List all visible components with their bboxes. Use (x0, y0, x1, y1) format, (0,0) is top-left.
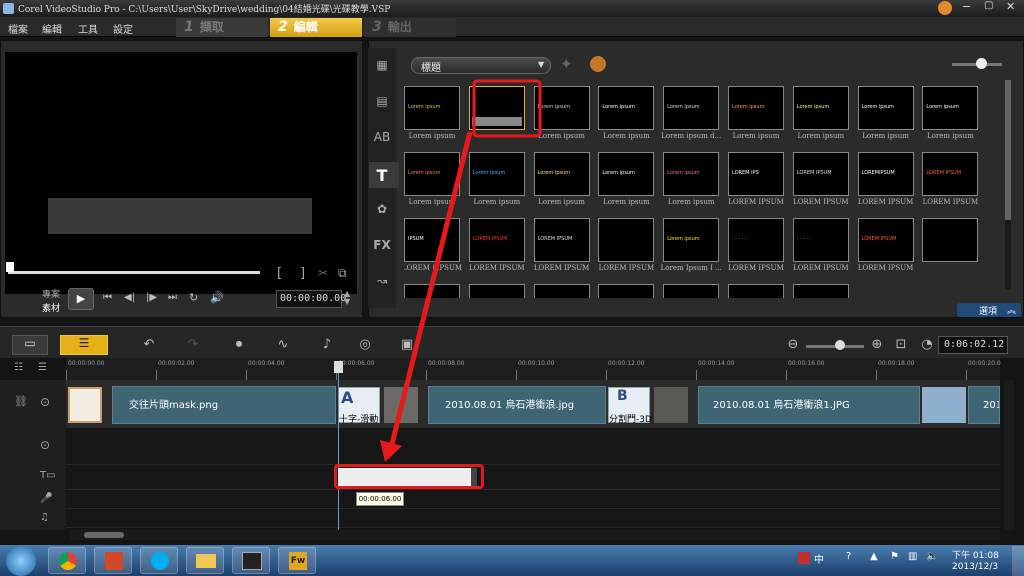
clock-date[interactable]: 2013/12/3 (952, 562, 998, 572)
videostudio-icon[interactable] (232, 547, 270, 574)
arrow-head (380, 440, 402, 462)
network-icon[interactable]: ▥ (908, 551, 917, 562)
volume-tray-icon[interactable]: 🔈 (926, 551, 938, 562)
highlight-selected-title (472, 79, 542, 138)
skype-icon[interactable] (140, 547, 178, 574)
help-tray-icon[interactable]: ? (846, 551, 851, 562)
fireworks-icon[interactable]: Fw (278, 547, 316, 574)
chrome-icon[interactable] (48, 547, 86, 574)
show-hidden-icons-icon[interactable]: ▲ (870, 551, 878, 562)
clock-time[interactable]: 下午 01:08 (952, 548, 999, 561)
start-button[interactable] (6, 546, 36, 576)
annotation-arrow (380, 79, 542, 462)
action-center-icon[interactable]: ⚑ (890, 551, 899, 562)
ime-indicator[interactable]: 中 (814, 551, 824, 566)
arrow-shaft (389, 131, 473, 445)
show-desktop-button[interactable] (1012, 546, 1024, 576)
powerpoint-icon[interactable] (94, 547, 132, 574)
explorer-folder-icon[interactable] (186, 547, 224, 574)
tray-ime-flag-icon[interactable] (798, 552, 810, 564)
